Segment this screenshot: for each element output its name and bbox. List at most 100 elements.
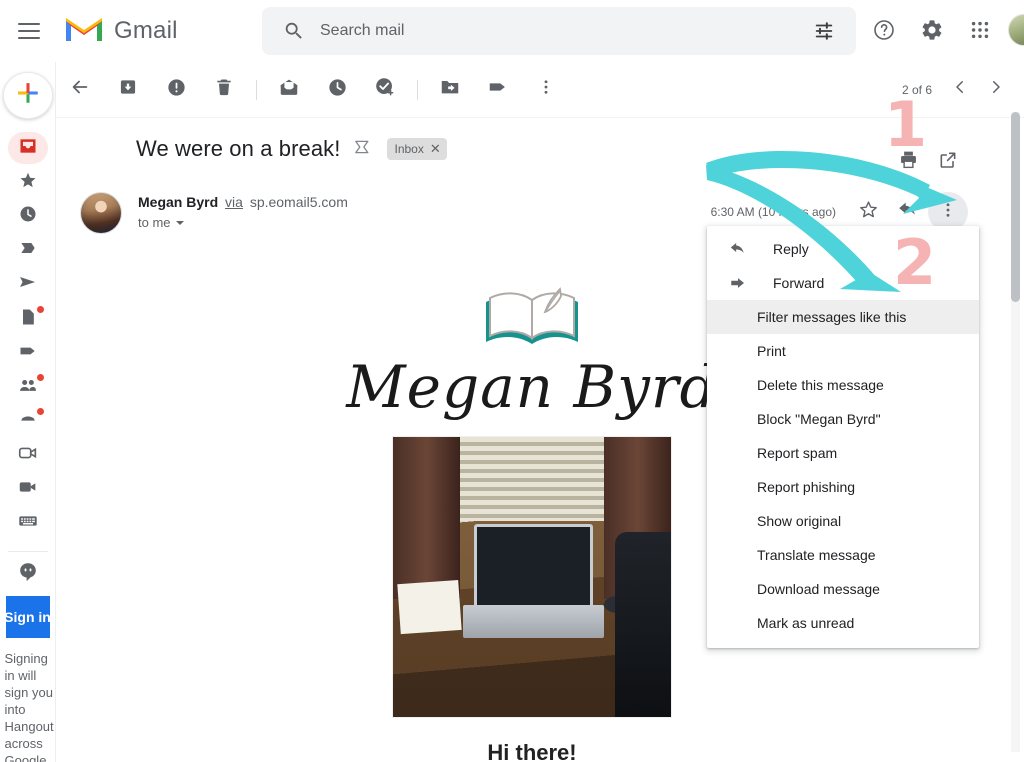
close-x-icon[interactable]: ✕	[430, 141, 441, 157]
sidebar-item-categories[interactable]	[6, 337, 50, 369]
menu-item-download-message[interactable]: Download message	[707, 572, 979, 606]
video-outline-icon	[17, 442, 39, 469]
drafts-file-icon	[18, 307, 38, 332]
sidebar-item-drafts[interactable]	[6, 303, 50, 335]
sender-via-word[interactable]: via	[225, 194, 243, 210]
back-to-inbox-button[interactable]	[60, 70, 100, 110]
search-bar[interactable]	[262, 7, 856, 55]
gear-icon[interactable]	[908, 6, 956, 54]
hamburger-menu-icon[interactable]	[6, 8, 52, 54]
gmail-app-window: Gmail Search mail Sign in Signing in wil…	[0, 0, 1024, 762]
add-to-tasks-icon	[374, 76, 396, 103]
reply-arrow-icon	[897, 199, 919, 226]
compose-plus-icon	[15, 80, 41, 111]
app-header: Gmail	[0, 0, 1024, 62]
photo-window-blinds	[459, 436, 605, 521]
mark-as-unread-button[interactable]	[269, 70, 309, 110]
sidebar-item-important[interactable]	[6, 235, 50, 267]
scrollbar-thumb[interactable]	[1011, 112, 1020, 302]
toolbar-more-button[interactable]	[526, 70, 566, 110]
menu-item-filter-messages-like-this[interactable]: Filter messages like this	[707, 300, 979, 334]
chevron-down-icon	[175, 220, 184, 225]
desk-laptop-window-photo	[392, 435, 672, 718]
menu-item-label: Report phishing	[757, 479, 856, 495]
sidebar-item-keyboard[interactable]	[6, 508, 50, 540]
search-options-icon[interactable]	[804, 11, 844, 51]
menu-item-show-original[interactable]: Show original	[707, 504, 979, 538]
sidebar-item-starred[interactable]	[6, 166, 50, 198]
search-icon[interactable]	[274, 11, 314, 51]
menu-item-report-spam[interactable]: Report spam	[707, 436, 979, 470]
newer-message-button[interactable]	[942, 72, 978, 108]
left-navigation-rail: Sign in Signing in will sign you into Ha…	[0, 62, 56, 762]
menu-item-label: Report spam	[757, 445, 838, 461]
archive-button[interactable]	[108, 70, 148, 110]
search-input[interactable]	[314, 22, 804, 40]
menu-item-label: Mark as unread	[757, 615, 855, 631]
gmail-brand[interactable]: Gmail	[64, 14, 178, 49]
menu-item-mark-as-unread[interactable]: Mark as unread	[707, 606, 979, 640]
add-to-tasks-button[interactable]	[365, 70, 405, 110]
page-scrollbar[interactable]	[1011, 112, 1020, 752]
label-tag-icon	[18, 341, 38, 366]
menu-item-label: Download message	[757, 581, 880, 597]
gmail-logo-icon	[64, 14, 104, 49]
snooze-button[interactable]	[317, 70, 357, 110]
unread-dot-badge	[35, 407, 45, 417]
sender-row: Megan Byrd via sp.eomail5.com to me 6:30…	[56, 162, 1008, 234]
hangouts-signin-button[interactable]: Sign in	[5, 595, 50, 638]
chevron-left-icon	[951, 78, 969, 101]
menu-item-label: Block "Megan Byrd"	[757, 411, 881, 427]
labels-button[interactable]	[478, 70, 518, 110]
unread-dot-badge	[35, 304, 45, 314]
recipient-toggle[interactable]: to me	[138, 215, 184, 230]
send-paperplane-icon	[18, 272, 38, 297]
menu-item-block-sender[interactable]: Block "Megan Byrd"	[707, 402, 979, 436]
older-message-button[interactable]	[978, 72, 1014, 108]
labels-tag-icon	[487, 76, 509, 103]
pagination-label: 2 of 6	[901, 82, 932, 97]
trash-icon	[214, 77, 234, 102]
account-avatar-icon[interactable]	[1008, 14, 1024, 46]
clock-icon	[18, 204, 38, 229]
reply-arrow-icon	[729, 240, 757, 258]
forward-arrow-icon	[729, 274, 757, 292]
sidebar-item-chats[interactable]	[6, 405, 50, 437]
sidebar-item-inbox[interactable]	[7, 132, 48, 165]
google-apps-grid-icon[interactable]	[956, 6, 1004, 54]
menu-item-reply[interactable]: Reply	[707, 232, 979, 266]
rail-divider	[7, 550, 48, 552]
recipient-label: to me	[138, 215, 171, 230]
pagination-controls: 2 of 6	[902, 72, 1024, 108]
label-chip-inbox[interactable]: Inbox ✕	[386, 138, 447, 160]
chat-bubble-icon	[18, 409, 38, 434]
move-to-folder-icon	[439, 76, 461, 103]
menu-item-delete-this-message[interactable]: Delete this message	[707, 368, 979, 402]
sidebar-item-snoozed[interactable]	[6, 201, 50, 233]
sidebar-item-contacts[interactable]	[6, 371, 50, 403]
sender-meta: Megan Byrd via sp.eomail5.com to me	[138, 192, 348, 232]
sidebar-item-sent[interactable]	[6, 269, 50, 301]
avatar[interactable]	[80, 192, 122, 234]
message-timestamp: 6:30 AM (10 hours ago)	[710, 205, 836, 219]
message-toolbar: 2 of 6	[56, 62, 1024, 118]
menu-item-print[interactable]: Print	[707, 334, 979, 368]
menu-item-label: Reply	[773, 241, 809, 257]
move-to-button[interactable]	[430, 70, 470, 110]
menu-item-translate-message[interactable]: Translate message	[707, 538, 979, 572]
help-question-icon[interactable]	[860, 6, 908, 54]
delete-button[interactable]	[204, 70, 244, 110]
report-spam-icon	[166, 77, 187, 103]
report-spam-button[interactable]	[156, 70, 196, 110]
sidebar-item-meet-new[interactable]	[6, 439, 50, 471]
menu-item-label: Filter messages like this	[757, 309, 907, 325]
sidebar-item-hangouts[interactable]	[6, 559, 50, 591]
unread-dot-badge	[35, 373, 45, 383]
message-more-options-menu: Reply Forward Filter messages like this …	[707, 226, 979, 648]
menu-item-report-phishing[interactable]: Report phishing	[707, 470, 979, 504]
menu-item-label: Forward	[773, 275, 825, 291]
compose-button[interactable]	[2, 72, 53, 120]
sidebar-item-meet-join[interactable]	[6, 474, 50, 506]
important-marker-icon[interactable]	[353, 139, 373, 160]
menu-item-forward[interactable]: Forward	[707, 266, 979, 300]
